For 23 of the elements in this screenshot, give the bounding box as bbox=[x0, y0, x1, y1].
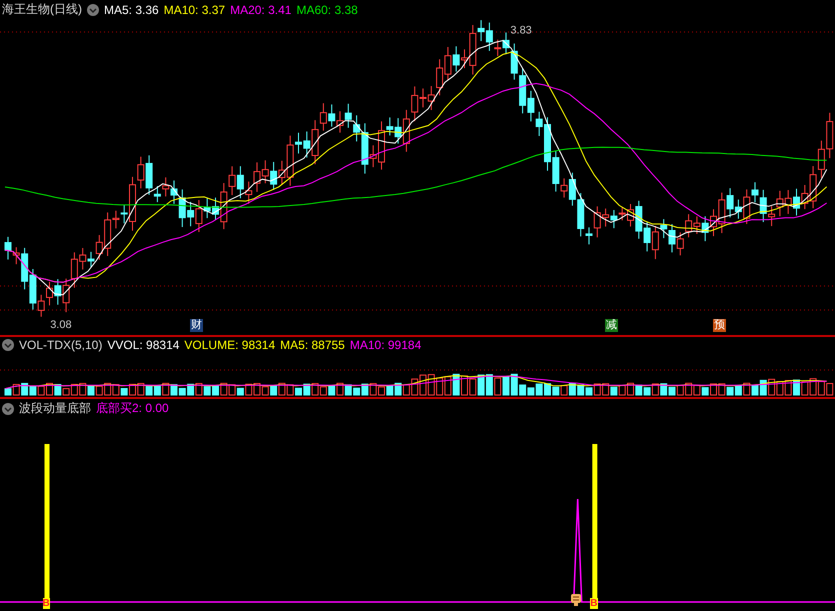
indicator-value: 底部买2: 0.00 bbox=[96, 400, 169, 417]
indicator-value: MA60: 3.38 bbox=[296, 2, 358, 16]
indicator-value: VOLUME: 98314 bbox=[184, 338, 276, 352]
indicator-value: MA10: 3.37 bbox=[164, 2, 226, 16]
chart-title: 海王生物(日线) bbox=[2, 1, 82, 18]
indicator-value: VVOL: 98314 bbox=[107, 338, 180, 352]
buy-marker: B bbox=[590, 598, 598, 609]
indicator-title: 波段动量底部 bbox=[19, 400, 91, 417]
dropdown-icon[interactable] bbox=[2, 339, 14, 351]
event-badge[interactable]: 预 bbox=[712, 319, 726, 332]
indicator-value: MA5: 88755 bbox=[280, 338, 345, 352]
indicator-value: MA20: 3.41 bbox=[230, 2, 292, 16]
indicator-value: MA5: 3.36 bbox=[104, 2, 159, 16]
dropdown-icon[interactable] bbox=[87, 4, 99, 16]
buy-marker: B bbox=[42, 598, 50, 609]
note-icon bbox=[570, 592, 582, 606]
dropdown-icon[interactable] bbox=[2, 402, 14, 414]
low-price-label: 3.08 bbox=[50, 319, 72, 332]
indicator-title: VOL-TDX(5,10) bbox=[19, 338, 102, 352]
indicator-value: MA10: 99184 bbox=[350, 338, 422, 352]
event-badge[interactable]: 财 bbox=[190, 319, 203, 332]
high-price-label: 3.83 bbox=[510, 24, 532, 36]
event-badge[interactable]: 减 bbox=[604, 319, 618, 332]
